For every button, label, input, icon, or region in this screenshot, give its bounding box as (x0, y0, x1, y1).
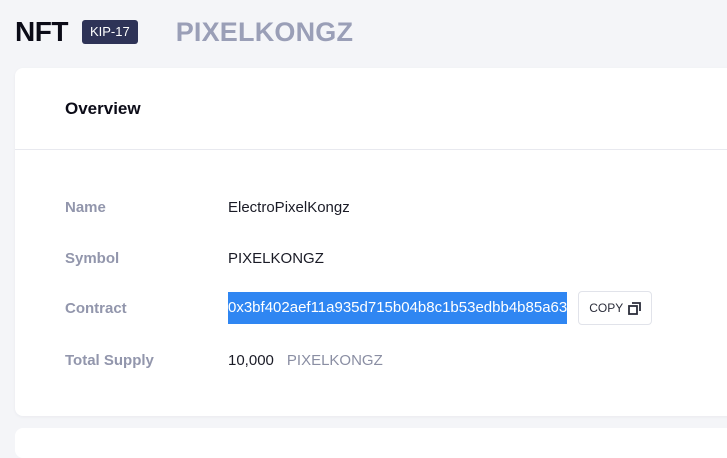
page-title: NFT (15, 16, 68, 47)
copy-button-label: COPY (589, 301, 624, 315)
overview-card: Overview Name ElectroPixelKongz Symbol P… (15, 68, 727, 416)
contract-row: Contract 0x3bf402aef11a935d715b04b8c1b53… (65, 291, 653, 325)
copy-icon (628, 301, 642, 315)
symbol-row: Symbol PIXELKONGZ (65, 243, 324, 273)
name-row: Name ElectroPixelKongz (65, 192, 350, 222)
symbol-label: Symbol (65, 249, 120, 267)
next-card (15, 428, 727, 458)
name-value: ElectroPixelKongz (228, 198, 350, 216)
page-header: NFT KIP-17 PIXELKONGZ (15, 14, 353, 50)
total-supply-row: Total Supply 10,000 PIXELKONGZ (65, 345, 383, 375)
overview-title: Overview (65, 98, 141, 118)
contract-label: Contract (65, 299, 127, 317)
collection-name: PIXELKONGZ (175, 16, 354, 47)
contract-address-link[interactable]: 0x3bf402aef11a935d715b04b8c1b53edbb4b85a… (228, 292, 568, 324)
total-supply-value: 10,000 (228, 351, 274, 369)
token-standard-badge: KIP-17 (81, 20, 138, 44)
name-label: Name (65, 198, 106, 216)
symbol-value: PIXELKONGZ (228, 249, 324, 267)
total-supply-label: Total Supply (65, 351, 154, 369)
copy-button[interactable]: COPY (578, 291, 653, 325)
total-supply-unit: PIXELKONGZ (286, 351, 383, 369)
overview-card-header: Overview (15, 68, 727, 150)
